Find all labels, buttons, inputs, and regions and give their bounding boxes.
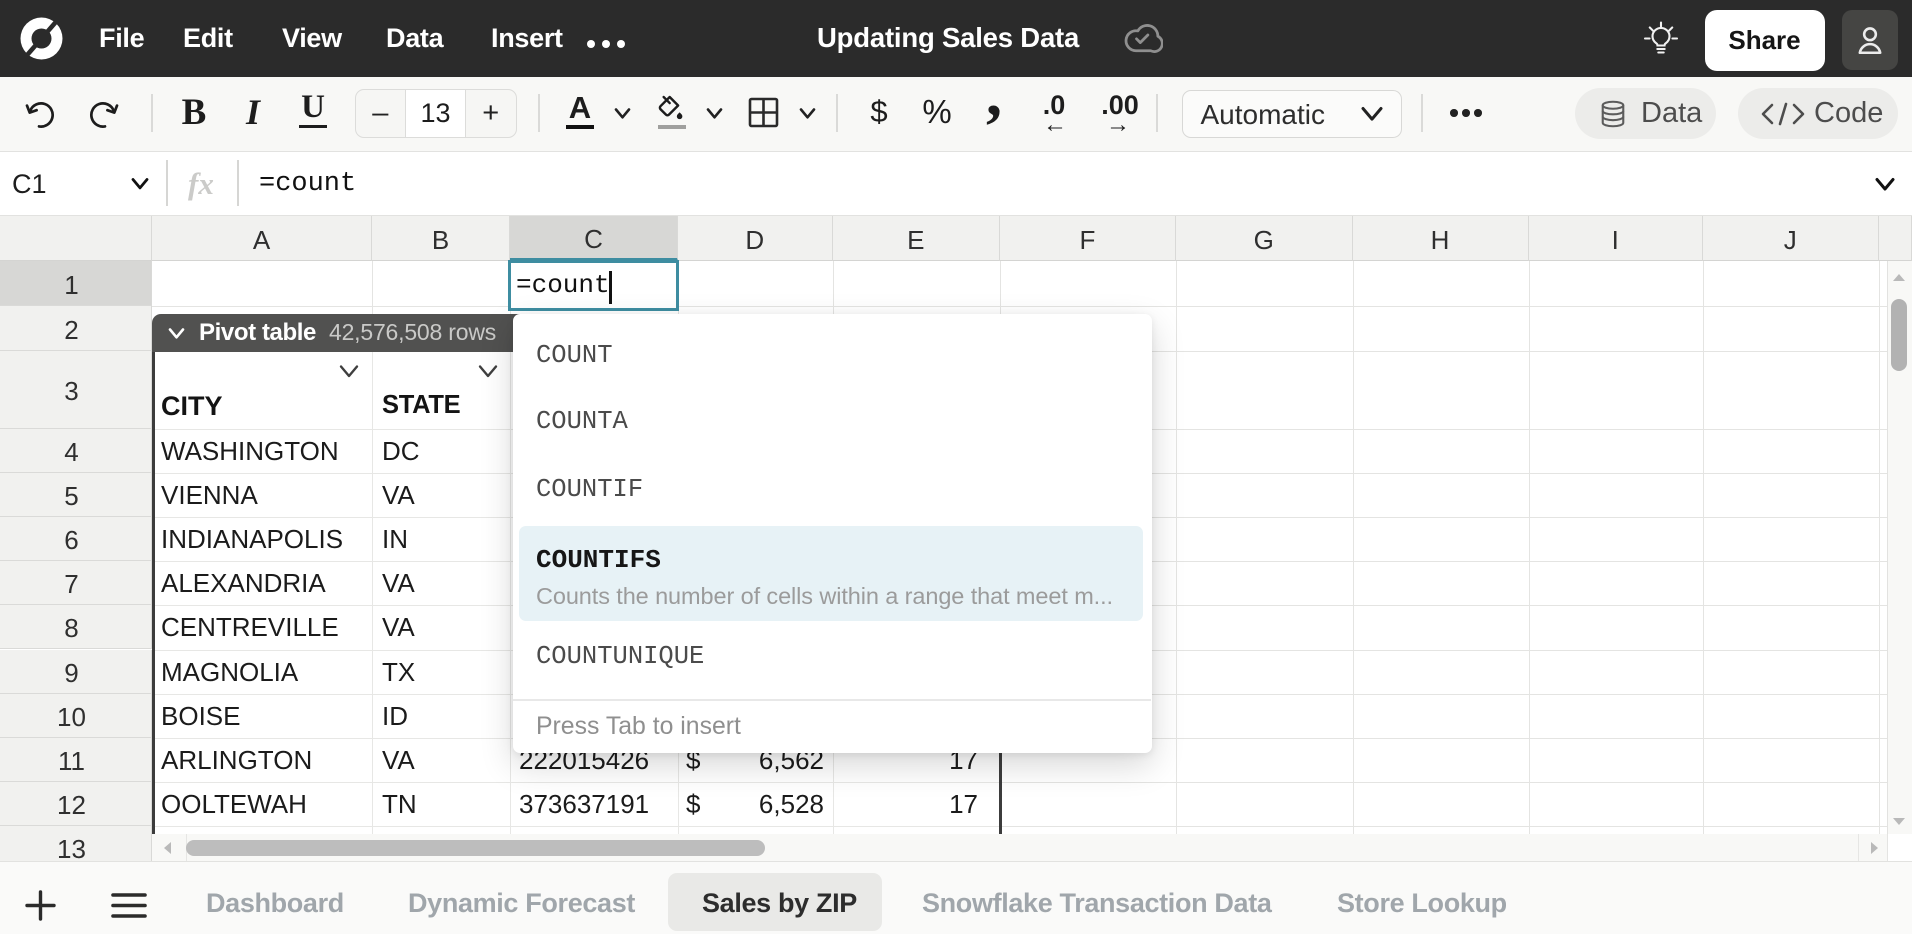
svg-text:,: , [986,84,1002,129]
